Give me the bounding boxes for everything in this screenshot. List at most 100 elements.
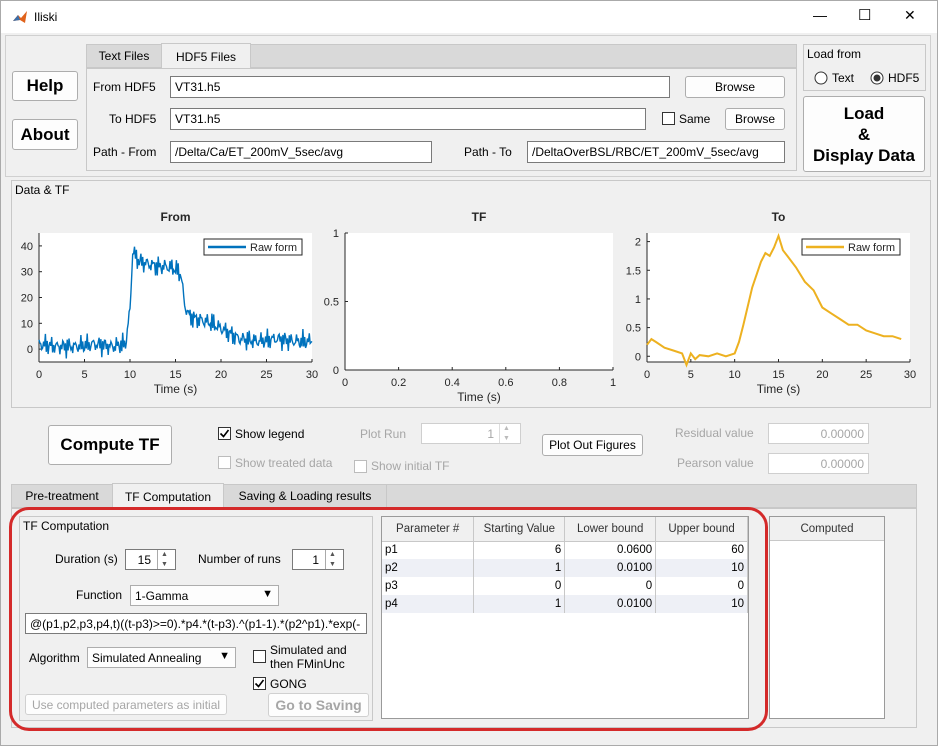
- about-button[interactable]: About: [12, 119, 78, 150]
- x-tick-label: 0.4: [445, 377, 460, 389]
- y-tick-label: 0: [635, 351, 641, 363]
- help-button[interactable]: Help: [12, 71, 78, 101]
- x-tick-label: 10: [729, 369, 741, 381]
- y-tick-label: 0.5: [626, 323, 641, 335]
- y-tick-label: 0: [27, 344, 33, 356]
- chart-title: To: [772, 210, 786, 224]
- check-icon: [219, 429, 230, 438]
- residual-label: Residual value: [675, 426, 754, 440]
- show-initial-tf-label: Show initial TF: [371, 459, 450, 473]
- load-line3: Display Data: [812, 145, 916, 165]
- x-tick-label: 0.8: [552, 377, 567, 389]
- x-tick-label: 20: [816, 369, 828, 381]
- load-line1: Load: [843, 103, 885, 123]
- y-tick-label: 2: [635, 237, 641, 249]
- x-tick-label: 0.6: [498, 377, 513, 389]
- y-tick-label: 1.5: [626, 265, 641, 277]
- from-hdf5-field[interactable]: VT31.h5: [170, 76, 670, 98]
- y-tick-label: 40: [21, 241, 33, 253]
- x-tick-label: 25: [260, 369, 272, 381]
- x-tick-label: 0: [644, 369, 650, 381]
- matlab-icon: [12, 9, 28, 25]
- x-tick-label: 25: [860, 369, 872, 381]
- x-axis-label: Time (s): [757, 382, 801, 396]
- chart-title: TF: [472, 210, 487, 224]
- x-axis-label: Time (s): [457, 390, 501, 404]
- x-tick-label: 1: [610, 377, 616, 389]
- plot-run-spinner[interactable]: ▲ ▼: [499, 424, 513, 443]
- chart-1: 0 0.2 0.4 0.6 0.8 1 0 0.5 1 TF Time (s): [324, 210, 616, 404]
- radio-hdf5-label: HDF5: [888, 71, 920, 85]
- tab-text-files[interactable]: Text Files: [87, 45, 161, 67]
- y-tick-label: 1: [635, 294, 641, 306]
- plot-run-label: Plot Run: [360, 427, 407, 441]
- radio-text[interactable]: [814, 71, 828, 85]
- y-tick-label: 0.5: [324, 297, 339, 309]
- x-tick-label: 15: [169, 369, 181, 381]
- x-tick-label: 10: [124, 369, 136, 381]
- show-initial-tf-checkbox[interactable]: [354, 460, 367, 473]
- pearson-label: Pearson value: [677, 456, 754, 470]
- from-hdf5-label: From HDF5: [93, 80, 156, 94]
- load-display-button[interactable]: Load & Display Data: [803, 96, 925, 172]
- pearson-field[interactable]: 0.00000: [768, 453, 869, 474]
- x-tick-label: 30: [904, 369, 916, 381]
- y-tick-label: 0: [333, 365, 339, 377]
- browse-to-button[interactable]: Browse: [725, 108, 785, 130]
- to-hdf5-label: To HDF5: [109, 112, 157, 126]
- chart-2: 0 5 10 15 20 25 30 0 0.5 1 1.5 2 To Time (s) Raw form: [626, 210, 916, 396]
- x-tick-label: 0.2: [391, 377, 406, 389]
- x-tick-label: 0: [342, 377, 348, 389]
- plots-area: 0 5 10 15 20 25 30010203040FromTime (s)Raw for…: [21, 210, 916, 404]
- path-from-label: Path - From: [93, 145, 157, 159]
- x-tick-label: 15: [772, 369, 784, 381]
- plot-background: [345, 233, 613, 370]
- tab-saving-loading[interactable]: Saving & Loading results: [224, 485, 387, 507]
- highlight-annotation: [9, 507, 768, 731]
- legend-label: Raw form: [250, 242, 297, 254]
- load-from-title: Load from: [807, 47, 862, 61]
- tab-tf-computation[interactable]: TF Computation: [112, 483, 224, 509]
- close-button[interactable]: ✕: [904, 7, 916, 24]
- x-axis-label: Time (s): [154, 382, 198, 396]
- chart-0: 0 5 10 15 20 25 30 0 10 20 30 40 From Time (s) Raw for…: [21, 210, 318, 396]
- show-treated-checkbox[interactable]: [218, 456, 231, 469]
- to-hdf5-field[interactable]: VT31.h5: [170, 108, 646, 130]
- residual-field[interactable]: 0.00000: [768, 423, 869, 444]
- y-tick-label: 20: [21, 293, 33, 305]
- x-tick-label: 20: [215, 369, 227, 381]
- x-tick-label: 5: [688, 369, 694, 381]
- minimize-button[interactable]: —: [813, 7, 827, 23]
- radio-text-label: Text: [832, 71, 855, 85]
- chart-title: From: [161, 210, 191, 224]
- show-legend-label: Show legend: [235, 427, 305, 441]
- computed-header: Computed: [770, 517, 884, 541]
- radio-hdf5[interactable]: [870, 71, 884, 85]
- y-tick-label: 30: [21, 267, 33, 279]
- data-tf-title: Data & TF: [15, 183, 70, 197]
- tab-pre-treatment[interactable]: Pre-treatment: [12, 485, 112, 507]
- x-tick-label: 30: [306, 369, 318, 381]
- y-tick-label: 10: [21, 318, 33, 330]
- computed-table[interactable]: Computed: [769, 516, 885, 719]
- tab-hdf5-files[interactable]: HDF5 Files: [161, 43, 251, 69]
- app-window: Iliski — ☐ ✕ Help About Text Files HDF5 …: [0, 0, 938, 746]
- show-treated-label: Show treated data: [235, 456, 333, 470]
- x-tick-label: 5: [81, 369, 87, 381]
- path-from-field[interactable]: /Delta/Ca/ET_200mV_5sec/avg: [170, 141, 432, 163]
- maximize-button[interactable]: ☐: [858, 6, 871, 24]
- window-title: Iliski: [34, 10, 58, 24]
- same-label: Same: [679, 112, 711, 126]
- show-legend-checkbox[interactable]: [218, 427, 231, 440]
- y-tick-label: 1: [333, 228, 339, 240]
- browse-from-button[interactable]: Browse: [685, 76, 785, 98]
- legend-label: Raw form: [848, 242, 895, 254]
- compute-tf-button[interactable]: Compute TF: [48, 425, 172, 465]
- plot-out-figures-button[interactable]: Plot Out Figures: [542, 434, 643, 456]
- load-line2: &: [857, 124, 871, 144]
- same-checkbox[interactable]: [662, 112, 675, 125]
- path-to-label: Path - To: [464, 145, 512, 159]
- title-bar: Iliski — ☐ ✕: [1, 1, 937, 33]
- x-tick-label: 0: [36, 369, 42, 381]
- path-to-field[interactable]: /DeltaOverBSL/RBC/ET_200mV_5sec/avg: [527, 141, 785, 163]
